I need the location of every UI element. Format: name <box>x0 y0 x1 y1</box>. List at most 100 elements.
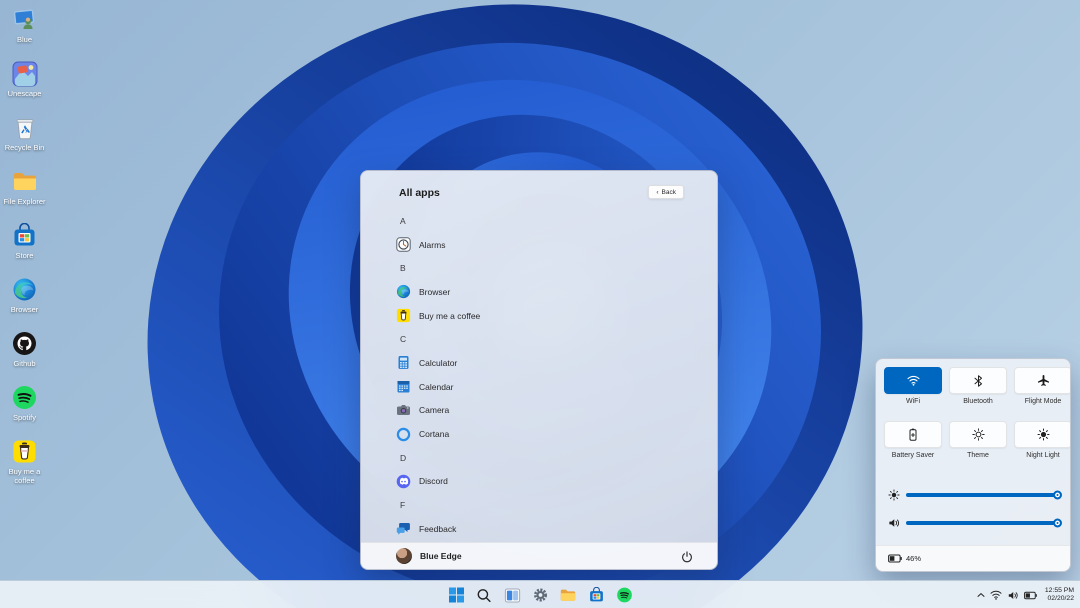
battery-percent: 46% <box>906 554 921 563</box>
tile-cell-night-light: Night Light <box>1014 421 1071 459</box>
section-letter-b: B <box>395 256 699 280</box>
clock-time: 12:55 PM <box>1045 587 1074 595</box>
app-item-label: Cortana <box>419 429 449 439</box>
tile-label: Battery Saver <box>884 452 942 459</box>
section-letter-d: D <box>395 446 699 470</box>
user-name: Blue Edge <box>420 551 462 561</box>
volume-slider-thumb[interactable] <box>1053 519 1062 528</box>
tile-cell-battery-saver: Battery Saver <box>884 421 942 459</box>
edge-browser-icon <box>11 276 38 303</box>
app-item-feedback[interactable]: Feedback <box>395 517 699 541</box>
app-item-buy-me-a-coffee[interactable]: Buy me a coffee <box>395 304 699 328</box>
calculator-icon <box>395 355 411 371</box>
desktop-icon-buy-me-a-coffee[interactable]: Buy me a coffee <box>1 438 48 502</box>
tile-label: Night Light <box>1014 452 1071 459</box>
desktop-icon-github[interactable]: Github <box>1 330 48 384</box>
task-view-icon <box>504 588 520 603</box>
app-item-label: Calculator <box>419 358 457 368</box>
battery-saver-toggle[interactable] <box>884 421 942 448</box>
buy-me-a-coffee-icon <box>11 438 38 465</box>
tray-chevron-up-button[interactable] <box>977 592 985 598</box>
flight-mode-toggle[interactable] <box>1014 367 1071 394</box>
tray-volume-button[interactable] <box>1007 590 1019 601</box>
desktop-icon-label: Recycle Bin <box>5 143 45 152</box>
app-item-label: Browser <box>419 287 450 297</box>
desktop-icon-label: Store <box>16 251 34 260</box>
task-view-button[interactable] <box>503 586 522 605</box>
start-button[interactable] <box>447 586 466 605</box>
tile-label: Theme <box>949 452 1007 459</box>
all-apps-title: All apps <box>399 187 440 199</box>
desktop-icon-label: Unescape <box>8 89 42 98</box>
user-avatar <box>396 548 412 564</box>
power-icon <box>681 551 693 563</box>
store-icon <box>11 222 38 249</box>
chevron-left-icon: ‹ <box>656 189 658 196</box>
settings-button[interactable] <box>531 586 550 605</box>
app-item-label: Discord <box>419 476 448 486</box>
spotify-button[interactable] <box>615 586 634 605</box>
desktop-icon-store[interactable]: Store <box>1 222 48 276</box>
app-item-label: Buy me a coffee <box>419 311 480 321</box>
app-item-label: Camera <box>419 405 449 415</box>
chevron-up-icon <box>977 592 985 598</box>
tray-wifi-button[interactable] <box>990 590 1002 600</box>
gear-icon <box>532 587 548 603</box>
brightness-slider-thumb[interactable] <box>1053 491 1062 500</box>
volume-slider[interactable] <box>906 521 1058 525</box>
desktop-icon-spotify[interactable]: Spotify <box>1 384 48 438</box>
github-icon <box>11 330 38 357</box>
all-apps-header: All apps ‹ Back <box>361 171 717 207</box>
section-letter-a: A <box>395 209 699 233</box>
spotify-icon <box>616 587 632 603</box>
feedback-icon <box>395 521 411 537</box>
night-light-toggle[interactable] <box>1014 421 1071 448</box>
system-tray: 12:55 PM 02/20/22 <box>977 581 1074 608</box>
start-menu-all-apps: All apps ‹ Back A Alarms B Browser <box>360 170 718 570</box>
volume-icon <box>1007 590 1019 601</box>
app-item-browser[interactable]: Browser <box>395 280 699 304</box>
taskbar-center-icons <box>447 581 634 608</box>
desktop-icon-browser[interactable]: Browser <box>1 276 48 330</box>
desktop-icon-label: Browser <box>11 305 39 314</box>
battery-saver-icon <box>909 428 917 441</box>
wifi-toggle[interactable] <box>884 367 942 394</box>
all-apps-list: A Alarms B Browser Buy me a coffee <box>395 209 699 541</box>
app-item-discord[interactable]: Discord <box>395 470 699 494</box>
desktop-icon-recycle-bin[interactable]: Recycle Bin <box>1 114 48 168</box>
tile-label: WiFi <box>884 398 942 405</box>
app-item-label: Alarms <box>419 240 445 250</box>
spotify-icon <box>11 384 38 411</box>
app-item-alarms[interactable]: Alarms <box>395 233 699 257</box>
section-letter-c: C <box>395 327 699 351</box>
file-explorer-button[interactable] <box>559 586 578 605</box>
desktop-icon-label: Github <box>13 359 35 368</box>
app-item-calculator[interactable]: Calculator <box>395 351 699 375</box>
tile-cell-theme: Theme <box>949 421 1007 459</box>
theme-toggle[interactable] <box>949 421 1007 448</box>
user-profile-button[interactable]: Blue Edge <box>396 548 462 564</box>
file-explorer-icon <box>11 168 38 195</box>
brightness-icon <box>887 489 901 501</box>
desktop-icon-label: File Explorer <box>3 197 45 206</box>
app-item-camera[interactable]: Camera <box>395 399 699 423</box>
tray-battery-button[interactable] <box>1024 591 1037 600</box>
search-button[interactable] <box>475 586 494 605</box>
desktop-icon-unescape[interactable]: Unescape <box>1 60 48 114</box>
tile-cell-flight-mode: Flight Mode <box>1014 367 1071 405</box>
recycle-bin-icon <box>11 114 38 141</box>
desktop-icon-file-explorer[interactable]: File Explorer <box>1 168 48 222</box>
app-item-label: Calendar <box>419 382 454 392</box>
bluetooth-toggle[interactable] <box>949 367 1007 394</box>
store-button[interactable] <box>587 586 606 605</box>
brightness-slider[interactable] <box>906 493 1058 497</box>
app-item-cortana[interactable]: Cortana <box>395 422 699 446</box>
desktop-icon-label: Blue <box>17 35 32 44</box>
back-button[interactable]: ‹ Back <box>648 185 684 199</box>
battery-status[interactable]: 46% <box>888 554 921 563</box>
desktop-icon-blue[interactable]: Blue <box>1 6 48 60</box>
tile-label: Flight Mode <box>1014 398 1071 405</box>
clock[interactable]: 12:55 PM 02/20/22 <box>1045 587 1074 603</box>
app-item-calendar[interactable]: Calendar <box>395 375 699 399</box>
power-button[interactable] <box>680 550 693 563</box>
